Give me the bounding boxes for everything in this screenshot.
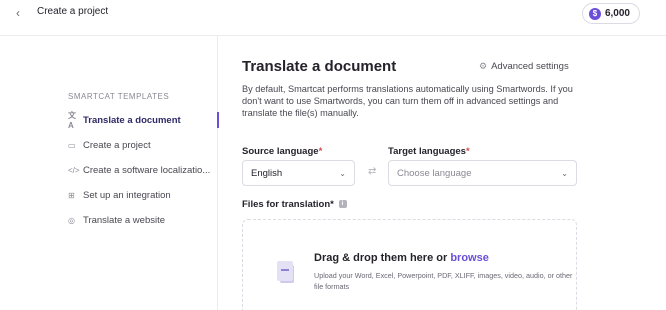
sidebar-item-create-project[interactable]: ▭ Create a project: [68, 137, 218, 153]
page-title: Create a project: [37, 6, 109, 17]
dropzone-title: Drag & drop them here or browse: [314, 252, 489, 264]
integration-icon: ⊞: [68, 190, 75, 200]
advanced-settings-label: Advanced settings: [491, 61, 569, 72]
chevron-down-icon: ⌄: [339, 168, 346, 178]
source-language-value: English: [251, 167, 283, 179]
sidebar-item-translate-website[interactable]: ◎ Translate a website: [68, 212, 218, 228]
document-icon: [277, 261, 293, 281]
sidebar-item-label: Create a software localizatio...: [83, 164, 211, 176]
file-dropzone[interactable]: Drag & drop them here or browse Upload y…: [242, 219, 577, 310]
main-title: Translate a document: [242, 58, 397, 75]
required-mark: *: [318, 146, 323, 157]
active-indicator: [217, 112, 219, 128]
required-mark: *: [465, 146, 470, 157]
target-languages-label: Target languages*: [388, 146, 470, 157]
sidebar: SMARTCAT TEMPLATES 文A Translate a docume…: [0, 36, 219, 310]
advanced-settings-button[interactable]: ⚙ Advanced settings: [479, 61, 569, 72]
info-icon[interactable]: i: [338, 200, 347, 209]
sidebar-item-label: Translate a website: [83, 214, 166, 226]
required-mark: *: [330, 199, 334, 210]
code-icon: </>: [68, 165, 80, 175]
gear-icon: ⚙: [479, 61, 488, 71]
files-label-text: Files for translation: [242, 199, 331, 210]
description-text: By default, Smartcat performs translatio…: [242, 84, 573, 118]
source-language-select[interactable]: English ⌄: [242, 160, 355, 186]
swap-languages-icon[interactable]: ⇄: [368, 166, 376, 177]
target-languages-placeholder: Choose language: [397, 167, 472, 179]
sidebar-item-label: Set up an integration: [83, 189, 171, 201]
credits-badge[interactable]: $ 6,000: [581, 3, 640, 24]
source-language-label: Source language*: [242, 146, 322, 157]
sidebar-item-label: Create a project: [83, 139, 151, 151]
dropzone-subtitle: Upload your Word, Excel, Powerpoint, PDF…: [314, 271, 573, 291]
top-bar: ‹ Create a project $ 6,000: [0, 0, 666, 36]
sidebar-item-translate-document[interactable]: 文A Translate a document: [68, 111, 219, 130]
dropzone-title-text: Drag & drop them here or: [314, 252, 448, 264]
target-languages-label-text: Target languages: [388, 146, 466, 157]
target-languages-select[interactable]: Choose language ⌄: [388, 160, 577, 186]
browse-link[interactable]: browse: [450, 252, 489, 264]
globe-icon: ◎: [68, 215, 75, 225]
sidebar-heading: SMARTCAT TEMPLATES: [68, 92, 170, 101]
translate-icon: 文A: [68, 111, 76, 130]
sidebar-item-integration[interactable]: ⊞ Set up an integration: [68, 187, 218, 203]
sidebar-item-label: Translate a document: [83, 114, 181, 126]
credits-value: 6,000: [604, 8, 630, 19]
coin-icon: $: [588, 7, 601, 20]
back-chevron-icon[interactable]: ‹: [16, 6, 20, 20]
folder-icon: ▭: [68, 140, 76, 150]
sidebar-item-software-localization[interactable]: </> Create a software localizatio...: [68, 162, 218, 178]
chevron-down-icon: ⌄: [561, 168, 568, 178]
files-label: Files for translation* i: [242, 199, 347, 210]
source-language-label-text: Source language: [242, 146, 319, 157]
